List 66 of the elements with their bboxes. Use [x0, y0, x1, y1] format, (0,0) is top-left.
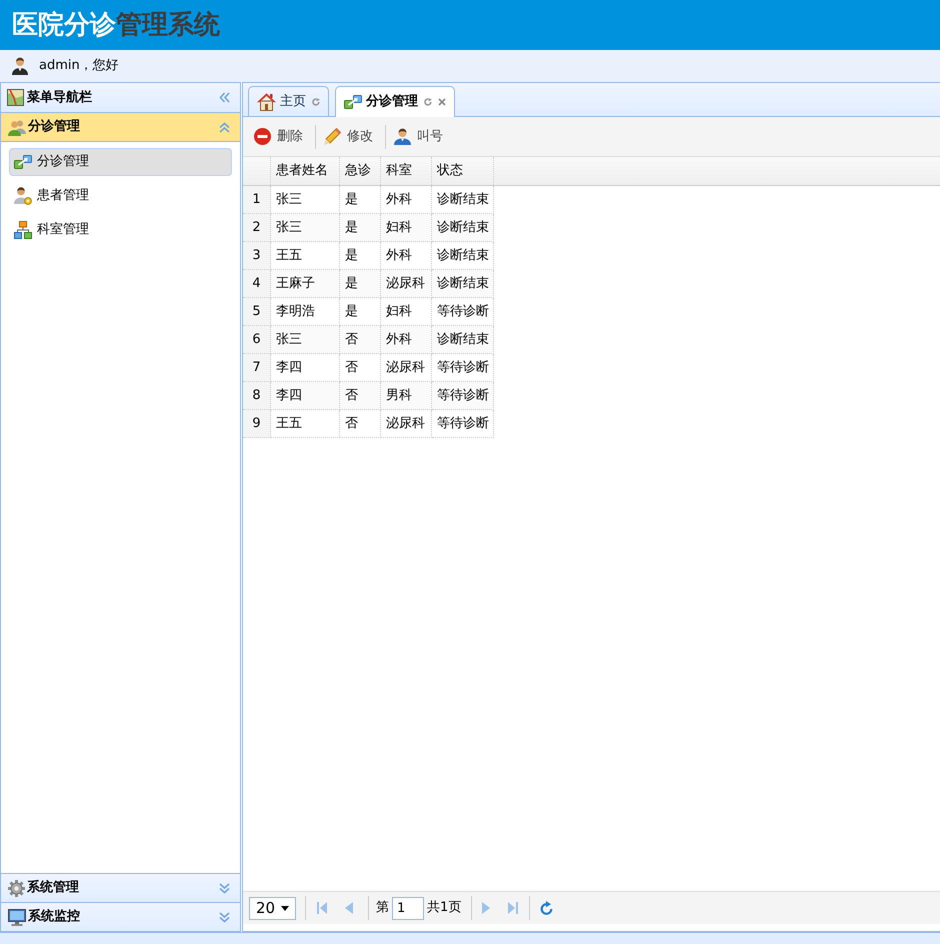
table-row[interactable]: 5 李明浩 是 妇科 等待诊断 — [243, 298, 494, 326]
edit-button[interactable]: 修改 — [322, 124, 375, 150]
table-row[interactable]: 4 王麻子 是 泌尿科 诊断结束 — [243, 270, 494, 298]
table-cell: 等待诊断 — [432, 410, 494, 438]
row-number: 8 — [243, 382, 271, 410]
delete-button[interactable]: 删除 — [252, 124, 305, 150]
row-number: 6 — [243, 326, 271, 354]
hierarchy-icon — [14, 221, 32, 239]
transfer-icon — [344, 95, 362, 109]
table-row[interactable]: 2 张三 是 妇科 诊断结束 — [243, 214, 494, 242]
table-row[interactable]: 6 张三 否 外科 诊断结束 — [243, 326, 494, 354]
map-icon — [7, 89, 24, 106]
menu-item[interactable]: 患者管理 — [9, 182, 232, 210]
minus-circle-icon — [254, 128, 271, 145]
menu-item[interactable]: 分诊管理 — [9, 148, 232, 176]
row-number: 7 — [243, 354, 271, 382]
monitor-icon — [8, 908, 26, 926]
row-number: 4 — [243, 270, 271, 298]
row-number: 1 — [243, 186, 271, 214]
tab[interactable]: 主页 — [248, 86, 329, 116]
settings-icon — [8, 880, 25, 896]
table-row[interactable]: 8 李四 否 男科 等待诊断 — [243, 382, 494, 410]
column-header: 状态 — [432, 157, 494, 185]
home-icon — [257, 92, 276, 110]
users-icon — [8, 118, 26, 136]
table-row[interactable]: 9 王五 否 泌尿科 等待诊断 — [243, 410, 494, 438]
greeting-text: admin，您好 — [39, 57, 119, 76]
row-number: 2 — [243, 214, 271, 242]
double-chevron-down-icon[interactable] — [219, 912, 230, 922]
pencil-icon — [324, 128, 341, 145]
accordion-header[interactable]: 系统监控 — [1, 902, 240, 931]
table-row[interactable]: 1 张三 是 外科 诊断结束 — [243, 186, 494, 214]
menu-item[interactable]: 科室管理 — [9, 216, 232, 244]
user-icon — [394, 128, 411, 145]
table-cell: 泌尿科 — [381, 410, 432, 438]
table-cell: 王五 — [271, 410, 340, 438]
table-row[interactable]: 7 李四 否 泌尿科 等待诊断 — [243, 354, 494, 382]
caret-icon — [281, 906, 290, 910]
user-gear-icon — [14, 187, 32, 205]
double-chevron-down-icon[interactable] — [219, 882, 230, 894]
panel-title: 菜单导航栏 — [27, 88, 92, 107]
refresh-icon[interactable] — [312, 98, 320, 106]
refresh-icon[interactable] — [540, 901, 554, 915]
column-header: 科室 — [381, 157, 432, 185]
table-row[interactable]: 3 王五 是 外科 诊断结束 — [243, 242, 494, 270]
call-button[interactable]: 叫号 — [392, 124, 445, 150]
column-header: 急诊 — [340, 157, 381, 185]
user-avatar-icon — [11, 57, 29, 75]
tab[interactable]: 分诊管理 — [335, 86, 455, 117]
transfer-icon — [14, 155, 32, 169]
refresh-icon[interactable] — [424, 98, 432, 106]
page-input[interactable]: 1 — [392, 896, 424, 920]
double-chevron-up-icon[interactable] — [219, 122, 230, 132]
page-label: 第 — [376, 899, 389, 918]
row-number: 9 — [243, 410, 271, 438]
page-size-select[interactable]: 20 — [249, 896, 296, 920]
row-number: 3 — [243, 242, 271, 270]
accordion-header[interactable]: 分诊管理 — [1, 113, 240, 142]
accordion-header[interactable]: 系统管理 — [1, 873, 240, 902]
table-cell: 否 — [340, 410, 381, 438]
page-total-label: 共1页 — [427, 899, 462, 918]
close-icon[interactable] — [438, 98, 446, 106]
column-header: 患者姓名 — [271, 157, 340, 185]
double-chevron-left-icon[interactable] — [219, 92, 230, 103]
row-number: 5 — [243, 298, 271, 326]
app-title: 医院分诊管理系统 — [12, 12, 220, 38]
